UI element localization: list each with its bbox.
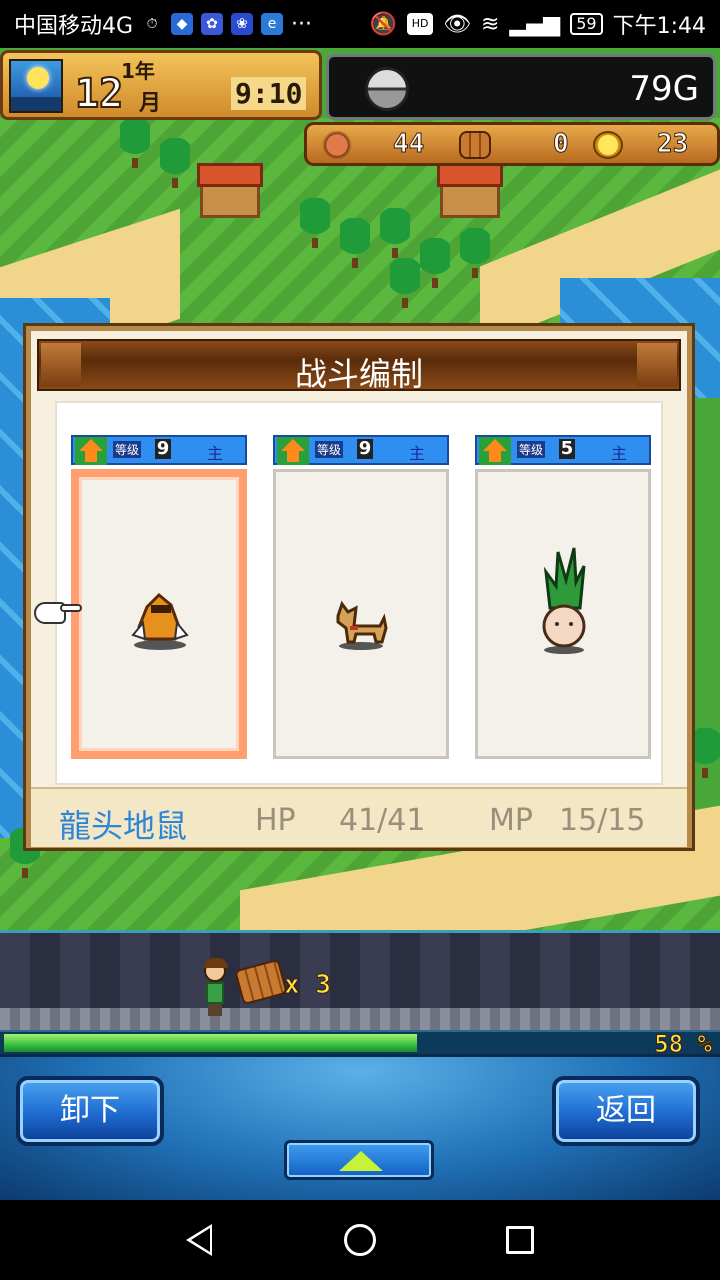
level-label: 等级 bbox=[517, 441, 546, 458]
card-portrait[interactable] bbox=[273, 469, 449, 759]
market-stall bbox=[197, 163, 263, 218]
nav-recents-icon[interactable] bbox=[506, 1226, 534, 1254]
worker-sprite bbox=[198, 958, 232, 1016]
level-value: 9 bbox=[357, 438, 373, 459]
carrier-label: 中国移动4G bbox=[14, 14, 134, 39]
mute-icon: 🔕 bbox=[369, 11, 398, 37]
monster-card[interactable]: 等级 9 主 bbox=[71, 435, 247, 759]
shield-icon: ◆ bbox=[171, 13, 194, 35]
orange-mole-monster-sprite bbox=[131, 592, 189, 650]
game-time: 9:10 bbox=[231, 77, 307, 110]
card-portrait-selected[interactable] bbox=[71, 469, 247, 759]
clock: 下午1:44 bbox=[612, 14, 706, 39]
expand-up-button[interactable] bbox=[284, 1140, 434, 1180]
plant-monster-sprite bbox=[542, 547, 586, 654]
unequip-button[interactable]: 卸下 bbox=[16, 1076, 164, 1146]
paw-icon: ✿ bbox=[201, 13, 224, 35]
panel-header: 战斗编制 bbox=[37, 339, 681, 393]
wifi-icon: ≋ bbox=[481, 11, 500, 37]
nav-home-icon[interactable] bbox=[344, 1224, 376, 1256]
tree bbox=[390, 258, 420, 308]
level-value: 5 bbox=[559, 438, 575, 459]
weather-icon bbox=[9, 59, 63, 113]
gold-amount: 79G bbox=[629, 69, 699, 109]
eye-icon: 👁 bbox=[443, 11, 472, 37]
wood-icon bbox=[459, 131, 491, 159]
level-label: 等级 bbox=[315, 441, 344, 458]
battle-formation-panel: 战斗编制 等级 9 主 等级 9 主 等级 5 主 龍头地鼠 HP 41/41 … bbox=[26, 326, 692, 848]
level-value: 9 bbox=[155, 438, 171, 459]
wood-count: 0 bbox=[553, 129, 570, 160]
nav-back-icon[interactable] bbox=[186, 1224, 212, 1256]
monster-card[interactable]: 等级 5 主 bbox=[475, 435, 651, 759]
role-label: 主 bbox=[207, 444, 224, 463]
hp-label: HP bbox=[255, 803, 296, 838]
level-up-arrow-icon bbox=[75, 437, 107, 465]
work-strip bbox=[0, 930, 720, 1030]
coin-icon bbox=[593, 131, 623, 159]
capture-ball-icon bbox=[365, 67, 409, 111]
tree bbox=[420, 238, 450, 288]
tree bbox=[380, 208, 410, 258]
hp-value: 41/41 bbox=[339, 803, 426, 838]
card-portrait[interactable] bbox=[475, 469, 651, 759]
date-panel[interactable]: 1年 12 月 9:10 bbox=[0, 50, 322, 120]
monster-name: 龍头地鼠 bbox=[59, 807, 188, 845]
monster-info-bar: 龍头地鼠 HP 41/41 MP 15/15 bbox=[31, 787, 687, 847]
panel-title: 战斗编制 bbox=[294, 355, 423, 393]
meat-count: 44 bbox=[392, 129, 425, 160]
market-stall bbox=[437, 163, 503, 218]
tree bbox=[340, 218, 370, 268]
card-header: 等级 5 主 bbox=[475, 435, 651, 465]
more-icon: ··· bbox=[291, 11, 313, 37]
log-count: x 3 bbox=[284, 970, 332, 1001]
month-label: 月 bbox=[139, 91, 162, 116]
coin-count: 23 bbox=[656, 129, 689, 160]
card-header: 等级 9 主 bbox=[273, 435, 449, 465]
tree bbox=[690, 728, 720, 778]
work-progress-bar: 58 % bbox=[0, 1030, 720, 1059]
battery-level: 59 bbox=[576, 14, 597, 33]
role-label: 主 bbox=[611, 444, 628, 463]
battery-icon: 59 bbox=[570, 13, 603, 35]
back-button[interactable]: 返回 bbox=[552, 1076, 700, 1146]
pointing-hand-icon bbox=[34, 598, 82, 628]
mp-value: 15/15 bbox=[559, 803, 646, 838]
signal-icon: ▂▄▆ bbox=[509, 11, 561, 37]
ie-icon: e bbox=[261, 13, 284, 35]
dog-monster-sprite bbox=[336, 600, 388, 650]
role-label: 主 bbox=[409, 444, 426, 463]
baidu-icon: ❀ bbox=[231, 13, 254, 35]
resource-bar[interactable]: 44 0 23 bbox=[304, 122, 720, 166]
year-label: 1年 bbox=[121, 59, 155, 83]
alarm-icon: ⏱ bbox=[146, 16, 158, 32]
tree bbox=[460, 228, 490, 278]
level-up-arrow-icon bbox=[277, 437, 309, 465]
progress-fill bbox=[4, 1034, 417, 1052]
gold-panel[interactable]: 79G bbox=[326, 54, 716, 120]
card-header: 等级 9 主 bbox=[71, 435, 247, 465]
monster-card[interactable]: 等级 9 主 bbox=[273, 435, 449, 759]
day-label: 12 bbox=[74, 70, 124, 118]
mp-label: MP bbox=[489, 803, 533, 838]
tree bbox=[160, 138, 190, 188]
system-status-bar: 中国移动4G ⏱ ◆ ✿ ❀ e ··· 🔕 HD 👁 ≋ ▂▄▆ 59 下午1… bbox=[0, 0, 720, 48]
card-area: 等级 9 主 等级 9 主 等级 5 主 bbox=[55, 401, 663, 785]
level-up-arrow-icon bbox=[479, 437, 511, 465]
level-label: 等级 bbox=[113, 441, 142, 458]
hd-icon: HD bbox=[407, 13, 434, 35]
meat-icon bbox=[321, 131, 353, 159]
tree bbox=[120, 118, 150, 168]
up-arrow-icon bbox=[339, 1151, 383, 1171]
tree bbox=[300, 198, 330, 248]
